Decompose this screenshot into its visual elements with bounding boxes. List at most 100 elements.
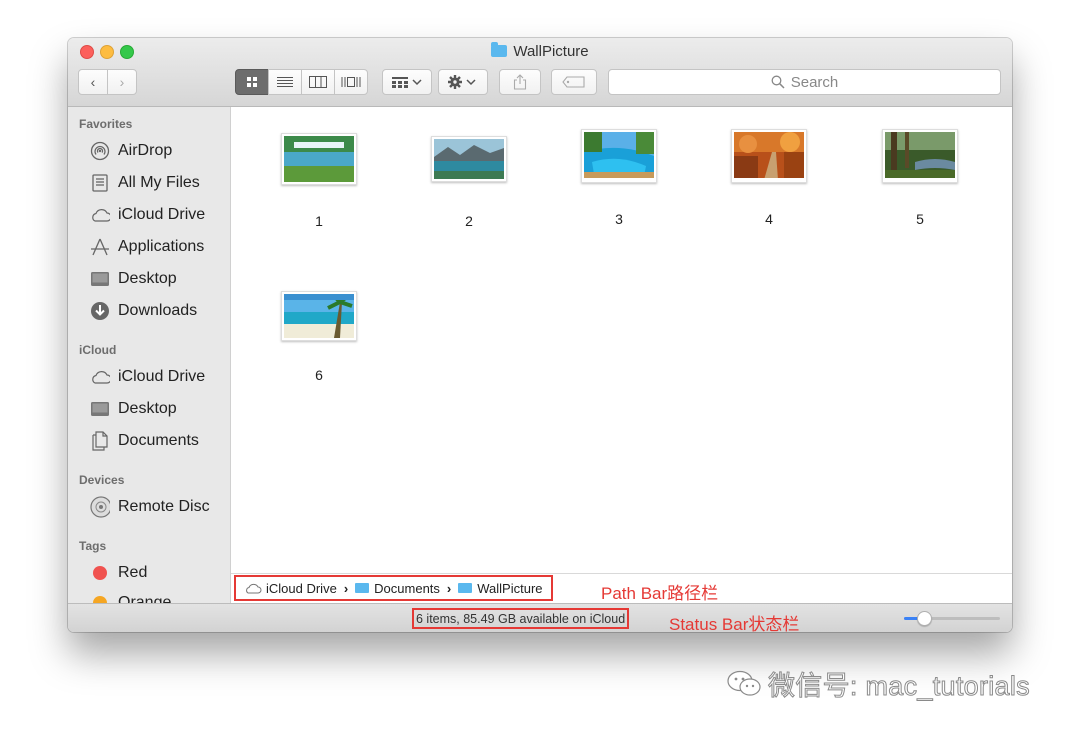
file-name: 1 [315,213,323,229]
sidebar-item-downloads[interactable]: Downloads [90,299,197,323]
watermark: 微信号: mac_tutorials [726,664,1030,703]
cloud-icon [90,367,110,387]
chevron-right-icon: › [343,580,349,596]
sidebar-item-icloud-drive[interactable]: iCloud Drive [90,203,205,227]
image-thumbnail [882,129,958,183]
applications-icon [90,237,110,257]
documents-icon [90,431,110,451]
path-segment-documents[interactable]: Documents [355,581,440,596]
sidebar-section-favorites: Favorites [79,117,133,131]
file-item[interactable]: 2 [409,133,529,229]
finder-window: WallPicture ‹ › Search Favorites AirDrop… [68,38,1012,632]
path-bar-highlight: iCloud Drive › Documents › WallPicture [234,575,553,601]
sidebar-item-tag-orange[interactable]: Orange [90,591,171,603]
disc-icon [90,496,110,518]
sidebar-item-all-my-files[interactable]: All My Files [90,171,200,195]
sidebar-section-tags: Tags [79,539,107,553]
coverflow-view-button[interactable] [334,69,368,95]
sidebar-item-desktop-2[interactable]: Desktop [90,397,177,421]
cloud-icon [90,205,110,225]
sidebar-item-label: Desktop [118,270,177,287]
tag-icon [562,76,585,88]
file-item[interactable]: 5 [860,129,980,227]
gear-icon [448,75,476,89]
downloads-icon [90,301,110,321]
path-segment-icloud-drive[interactable]: iCloud Drive [244,581,337,596]
icon-view-button[interactable] [235,69,269,95]
watermark-text: 微信号: mac_tutorials [768,671,1031,702]
airdrop-icon [90,141,110,161]
wechat-logo [726,670,762,698]
column-view-button[interactable] [301,69,335,95]
image-thumbnail [731,129,807,183]
action-button[interactable] [438,69,488,95]
file-name: 3 [615,211,623,227]
file-name: 2 [465,213,473,229]
sidebar-item-label: Applications [118,238,205,255]
title-bar: WallPicture ‹ › Search [68,38,1012,107]
image-thumbnail [281,133,357,185]
chevron-left-icon: ‹ [90,74,96,90]
desktop-icon [90,269,110,289]
search-field[interactable]: Search [608,69,1001,95]
sidebar-item-label: Remote Disc [118,498,210,515]
grid-icon [247,77,257,87]
icon-size-slider[interactable] [904,611,1000,626]
sidebar-section-devices: Devices [79,473,125,487]
image-thumbnail [431,136,507,182]
file-item[interactable]: 4 [709,129,829,227]
sidebar-item-label: iCloud Drive [118,206,206,223]
list-icon [277,77,293,87]
view-mode-group [235,69,368,95]
sidebar-item-label: Documents [118,432,199,449]
back-button[interactable]: ‹ [78,69,108,95]
status-text: 6 items, 85.49 GB available on iCloud [412,608,630,629]
status-bar: 6 items, 85.49 GB available on iCloud [68,603,1012,632]
sidebar-item-applications[interactable]: Applications [90,235,204,259]
folder-icon [458,583,473,593]
desktop-icon [90,399,110,419]
sidebar-item-airdrop[interactable]: AirDrop [90,139,172,163]
sidebar-item-label: Orange [118,594,172,603]
image-thumbnail [281,291,357,341]
sidebar-item-label: iCloud Drive [118,368,206,385]
file-grid: 1 2 3 4 5 6 [231,107,1012,572]
search-placeholder: Search [790,73,839,91]
image-thumbnail [581,129,657,183]
chevron-right-icon: › [446,580,452,596]
cloud-icon [246,583,262,594]
file-name: 5 [916,211,924,227]
folder-icon [491,42,508,57]
sidebar-item-desktop[interactable]: Desktop [90,267,177,291]
list-view-button[interactable] [268,69,302,95]
file-item[interactable]: 1 [259,133,379,229]
forward-button[interactable]: › [107,69,137,95]
search-icon [771,75,785,89]
coverflow-icon [341,77,361,87]
path-bar-annotation: Path Bar路径栏 [601,584,719,603]
chevron-right-icon: › [119,74,125,90]
file-item[interactable]: 6 [259,291,379,383]
path-segment-wallpicture[interactable]: WallPicture [458,581,543,596]
all-files-icon [90,173,110,193]
arrange-icon [392,77,422,88]
sidebar-item-label: AirDrop [118,142,173,159]
file-name: 6 [315,367,323,383]
sidebar-item-documents[interactable]: Documents [90,429,199,453]
sidebar-item-label: All My Files [118,174,200,191]
sidebar-item-label: Red [118,564,148,581]
tag-color-dot [90,563,110,583]
tag-button[interactable] [551,69,597,95]
tag-color-dot [90,593,110,603]
file-item[interactable]: 3 [559,129,679,227]
slider-knob[interactable] [917,611,933,626]
file-name: 4 [765,211,773,227]
sidebar-item-icloud-drive-2[interactable]: iCloud Drive [90,365,205,389]
status-bar-annotation: Status Bar状态栏 [669,615,800,634]
arrange-button[interactable] [382,69,432,95]
sidebar-section-icloud: iCloud [79,343,117,357]
sidebar-item-remote-disc[interactable]: Remote Disc [90,495,210,519]
share-button[interactable] [499,69,541,95]
sidebar-item-tag-red[interactable]: Red [90,561,147,585]
share-icon [513,74,527,90]
